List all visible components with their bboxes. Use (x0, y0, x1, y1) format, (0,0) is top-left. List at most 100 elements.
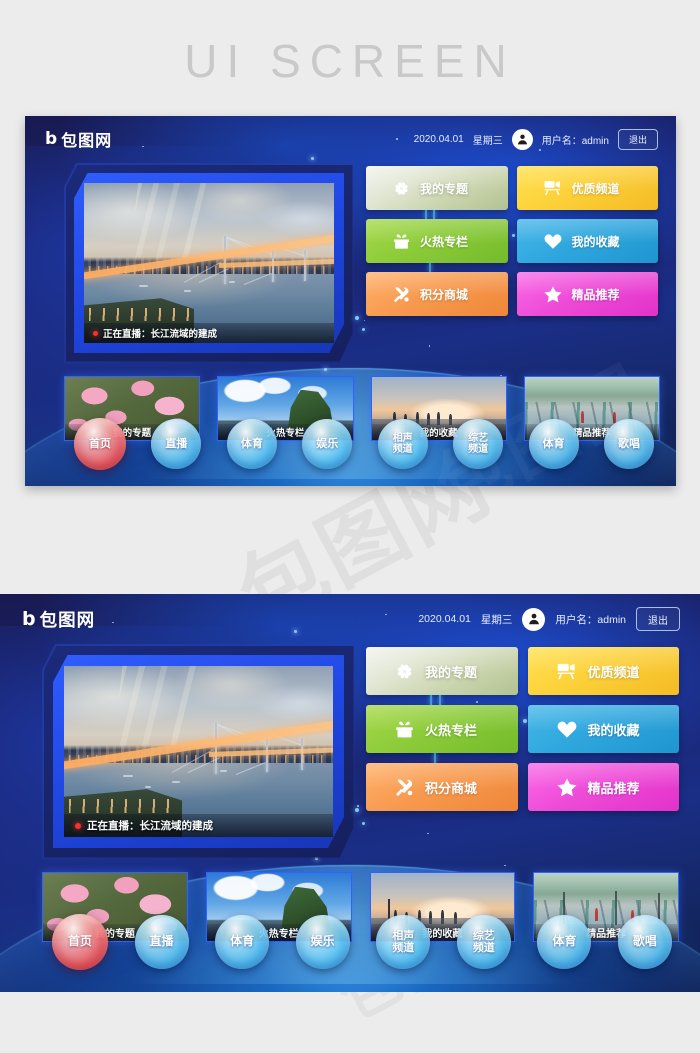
tile-label: 精品推荐 (571, 287, 620, 302)
header-username: 用户名：admin (555, 613, 626, 626)
tile-connector (430, 695, 432, 705)
tile-connector (433, 210, 435, 219)
accent-dot (362, 328, 365, 331)
live-dot-icon (93, 330, 98, 336)
tile-connector (425, 210, 427, 219)
tile-label: 积分商城 (425, 780, 478, 796)
live-caption-bar: 正在直播：长江流域的建成 (64, 814, 333, 837)
player-screen[interactable]: 正在直播：长江流域的建成 (64, 666, 333, 837)
player-photo (64, 666, 333, 837)
tile-label: 优质频道 (587, 664, 640, 680)
nav-item-crosstalk[interactable]: 相声 频道 (376, 915, 431, 969)
header-weekday: 星期三 (472, 135, 503, 147)
header-user-area: 2020.04.01 星期三 用户名：admin 退出 (413, 128, 658, 150)
nav-label: 首页 (89, 437, 111, 450)
nav-item-variety[interactable]: 综艺 频道 (453, 419, 504, 469)
brand-logo[interactable]: b 包图网 (45, 127, 112, 151)
player-screen[interactable]: 正在直播：长江流域的建成 (84, 183, 334, 343)
star-icon (543, 285, 563, 304)
tile-hot-column[interactable]: 火热专栏 (366, 219, 508, 263)
tile-premium-channel[interactable]: 优质频道 (527, 647, 679, 695)
nav-item-sports[interactable]: 体育 (215, 915, 270, 969)
logo-text: 包图网 (39, 609, 96, 630)
nav-item-home[interactable]: 首页 (52, 914, 108, 970)
heart-icon (556, 719, 578, 739)
header-weekday: 星期三 (480, 613, 513, 626)
clover-icon (392, 179, 411, 198)
live-player[interactable]: 正在直播：长江流域的建成 (42, 644, 355, 859)
tools-icon (394, 777, 415, 798)
quick-tiles: 我的专题 优质频道 火热专栏 我的收藏 积分商城 精品推荐 (366, 166, 658, 316)
live-dot-icon (75, 822, 81, 829)
header-bar: b 包图网 2020.04.01 星期三 用户名：admin 退出 (45, 126, 658, 152)
nav-label: 直播 (149, 934, 174, 949)
tile-my-topics[interactable]: 我的专题 (366, 647, 518, 695)
tile-connector (439, 695, 441, 705)
tile-my-favorites[interactable]: 我的收藏 (527, 705, 679, 753)
tile-label: 火热专栏 (420, 234, 469, 249)
page-title: UI SCREEN (184, 35, 516, 87)
nav-label: 歌唱 (617, 437, 640, 450)
accent-dot (362, 822, 365, 825)
nav-item-sports[interactable]: 体育 (226, 419, 277, 469)
tile-featured[interactable]: 精品推荐 (527, 763, 679, 811)
tile-label: 我的专题 (420, 181, 469, 196)
tile-premium-channel[interactable]: 优质频道 (516, 166, 658, 210)
live-caption-bar: 正在直播：长江流域的建成 (84, 323, 334, 343)
nav-label: 体育 (240, 437, 263, 450)
tile-points-mall[interactable]: 积分商城 (366, 763, 518, 811)
accent-dot (355, 316, 359, 320)
logo-mark-icon: b (45, 128, 58, 149)
tile-label: 我的收藏 (571, 234, 620, 249)
tile-label: 火热专栏 (425, 722, 478, 738)
live-player[interactable]: 正在直播：长江流域的建成 (64, 163, 354, 363)
nav-item-home[interactable]: 首页 (74, 418, 126, 470)
tile-label: 我的收藏 (587, 722, 640, 738)
nav-label: 相声 频道 (392, 929, 415, 954)
heart-icon (543, 232, 563, 250)
star-icon (556, 777, 578, 798)
nav-label: 体育 (230, 934, 255, 949)
gift-icon (394, 719, 415, 740)
logo-text: 包图网 (61, 133, 113, 150)
nav-label: 综艺 频道 (468, 432, 489, 455)
nav-item-entertainment[interactable]: 娱乐 (295, 915, 350, 969)
user-avatar-icon[interactable] (511, 128, 533, 150)
nav-item-sports-2[interactable]: 体育 (537, 915, 592, 969)
quick-tiles: 我的专题 优质频道 火热专栏 我的收藏 积分商城 精品推荐 (366, 647, 679, 811)
logout-button[interactable]: 退出 (617, 128, 658, 150)
tile-connector (434, 753, 436, 763)
player-photo (84, 183, 334, 343)
tile-label: 积分商城 (420, 287, 469, 302)
tile-points-mall[interactable]: 积分商城 (366, 272, 508, 316)
nav-item-singing[interactable]: 歌唱 (617, 915, 672, 969)
nav-label: 体育 (542, 437, 565, 450)
bottom-nav: 首页 直播 体育 娱乐 相声 频道 综艺 频道 体育 歌唱 (74, 416, 654, 472)
header-date: 2020.04.01 (413, 133, 464, 145)
nav-label: 直播 (165, 437, 188, 450)
nav-item-crosstalk[interactable]: 相声 频道 (377, 419, 428, 469)
tile-featured[interactable]: 精品推荐 (516, 272, 658, 316)
bottom-nav: 首页 直播 体育 娱乐 相声 频道 综艺 频道 体育 歌唱 (52, 912, 672, 972)
nav-item-live[interactable]: 直播 (151, 419, 202, 469)
nav-item-live[interactable]: 直播 (134, 915, 189, 969)
nav-label: 娱乐 (310, 934, 335, 949)
nav-item-entertainment[interactable]: 娱乐 (302, 419, 353, 469)
header-date: 2020.04.01 (418, 613, 471, 625)
logout-button[interactable]: 退出 (636, 607, 680, 631)
header-bar: b 包图网 2020.04.01 星期三 用户名：admin 退出 (22, 605, 680, 633)
nav-item-sports-2[interactable]: 体育 (528, 419, 579, 469)
brand-logo[interactable]: b 包图网 (22, 607, 95, 632)
nav-item-singing[interactable]: 歌唱 (603, 419, 654, 469)
user-avatar-icon[interactable] (522, 607, 546, 631)
live-caption-text: 正在直播：长江流域的建成 (87, 820, 213, 832)
tile-my-topics[interactable]: 我的专题 (366, 166, 508, 210)
tile-hot-column[interactable]: 火热专栏 (366, 705, 518, 753)
camera-icon (556, 662, 578, 681)
tile-my-favorites[interactable]: 我的收藏 (516, 219, 658, 263)
camera-icon (543, 179, 563, 197)
tile-connector (429, 263, 431, 272)
live-caption-text: 正在直播：长江流域的建成 (103, 329, 218, 340)
nav-item-variety[interactable]: 综艺 频道 (456, 915, 511, 969)
nav-label: 相声 频道 (392, 432, 413, 455)
